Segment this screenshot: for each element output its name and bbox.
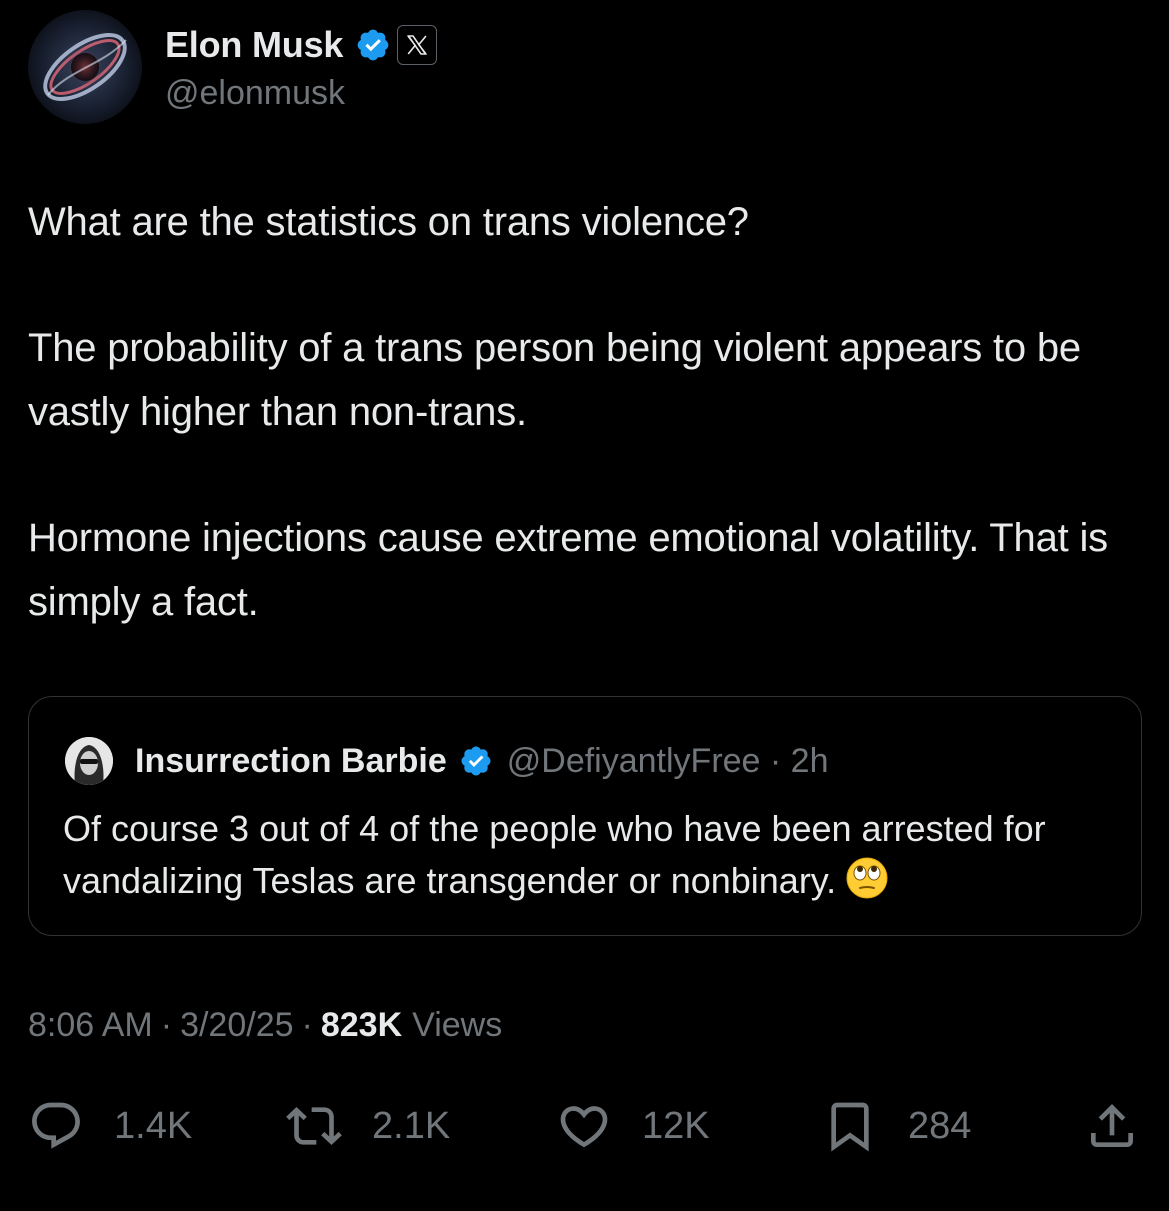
verified-badge-icon (461, 746, 491, 776)
reply-count: 1.4K (114, 1104, 193, 1147)
verified-badge-icon (357, 29, 389, 61)
quoted-post-text: Of course 3 out of 4 of the people who h… (63, 808, 1046, 901)
quoted-post-text-block: Of course 3 out of 4 of the people who h… (63, 803, 1123, 907)
quoted-author-handle-and-time[interactable]: @DefiyantlyFree · 2h (507, 742, 829, 781)
quoted-author-avatar[interactable] (65, 737, 113, 785)
post-meta: 8:06 AM · 3/20/25 · 823K Views (28, 1006, 502, 1045)
author-avatar[interactable] (28, 10, 142, 124)
face-with-rolling-eyes-icon (846, 857, 888, 899)
meta-separator: · (301, 1006, 313, 1044)
like-count: 12K (642, 1104, 710, 1147)
avatar-image (43, 33, 127, 101)
post-body: What are the statistics on trans violenc… (28, 190, 1148, 696)
bookmark-button[interactable]: 284 (822, 1094, 971, 1158)
share-icon (1091, 1104, 1133, 1147)
quoted-author-display-name[interactable]: Insurrection Barbie (135, 742, 447, 781)
quoted-post-header: Insurrection Barbie @DefiyantlyFree · 2h (65, 737, 829, 785)
author-display-name[interactable]: Elon Musk (165, 24, 343, 66)
post-time[interactable]: 8:06 AM (28, 1006, 153, 1045)
heart-icon (560, 1106, 608, 1148)
post-header: Elon Musk @elonmusk (28, 10, 1128, 126)
post-paragraph: The probability of a trans person being … (28, 326, 1081, 434)
repost-icon (286, 1107, 342, 1145)
views-label: Views (412, 1006, 503, 1044)
bookmark-count: 284 (908, 1104, 972, 1147)
repost-count: 2.1K (372, 1104, 451, 1147)
post-paragraph: What are the statistics on trans violenc… (28, 200, 749, 244)
action-bar: 1.4K 2.1K 12K 284 (28, 1094, 1142, 1158)
repost-button[interactable]: 2.1K (286, 1094, 450, 1158)
bookmark-icon (831, 1102, 869, 1152)
quoted-avatar-image (65, 737, 113, 785)
views-count[interactable]: 823K (321, 1006, 402, 1045)
post-date[interactable]: 3/20/25 (180, 1006, 293, 1045)
x-affiliation-badge[interactable] (397, 25, 438, 65)
quoted-post-card[interactable]: Insurrection Barbie @DefiyantlyFree · 2h… (28, 696, 1142, 936)
author-handle[interactable]: @elonmusk (165, 74, 345, 113)
post-paragraph: Hormone injections cause extreme emotion… (28, 516, 1108, 624)
x-logo-icon (407, 35, 428, 55)
reply-button[interactable]: 1.4K (28, 1094, 192, 1158)
share-button[interactable] (1084, 1094, 1140, 1158)
meta-separator: · (160, 1006, 173, 1044)
like-button[interactable]: 12K (556, 1094, 710, 1158)
reply-icon (32, 1102, 80, 1149)
author-name-row: Elon Musk (165, 24, 438, 66)
